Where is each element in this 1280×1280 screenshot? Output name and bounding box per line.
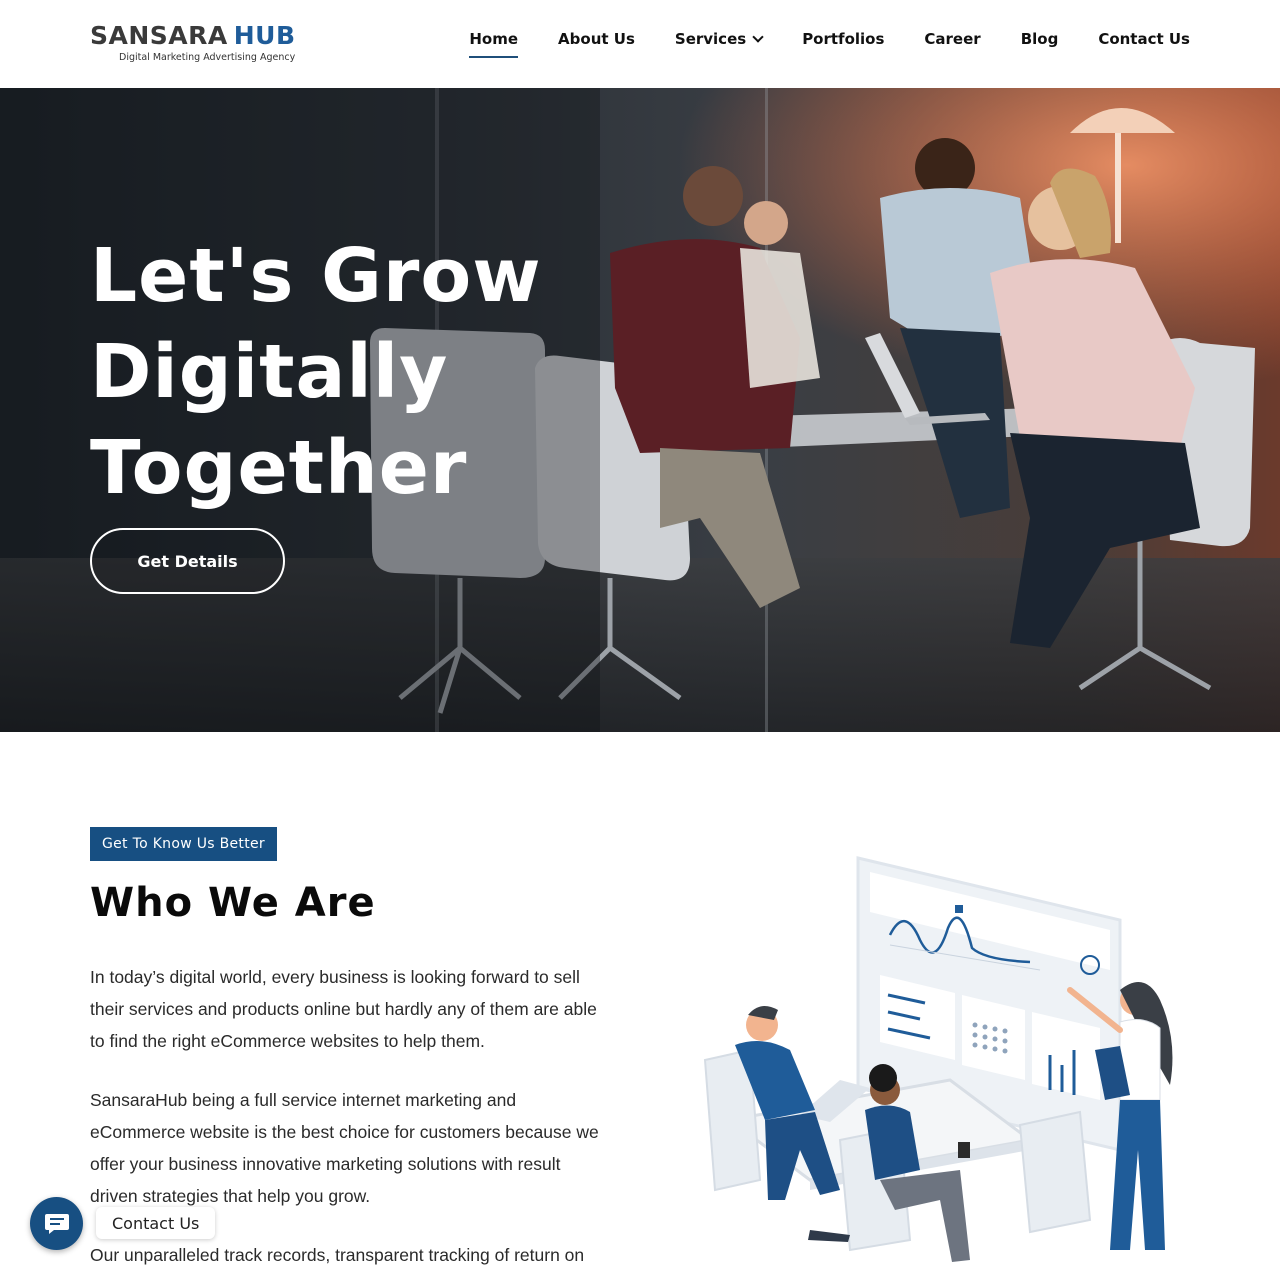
get-details-button[interactable]: Get Details [90,528,285,594]
hero-banner: Let's Grow Digitally Together Get Detail… [0,88,1280,732]
chat-icon [44,1213,69,1234]
nav-services[interactable]: Services [675,30,764,58]
chevron-down-icon [752,30,764,43]
site-header: SANSARA HUB Digital Marketing Advertising… [0,0,1280,88]
section-title: Who We Are [90,880,376,926]
hero-title-line: Digitally [90,329,449,415]
nav-career[interactable]: Career [924,30,980,58]
hero-title-line: Let's Grow [90,233,542,319]
nav-home[interactable]: Home [469,30,518,58]
hero-title-line: Together [90,425,468,511]
logo-wordmark: SANSARA HUB [90,21,296,50]
logo[interactable]: SANSARA HUB Digital Marketing Advertising… [90,22,330,68]
nav-portfolios[interactable]: Portfolios [802,30,884,58]
about-paragraph: Our unparalleled track records, transpar… [90,1245,585,1265]
about-paragraph: In today’s digital world, every business… [90,967,597,1051]
floating-chat-button[interactable] [30,1197,83,1250]
hero-title: Let's Grow Digitally Together [90,228,542,516]
nav-blog[interactable]: Blog [1021,30,1059,58]
about-paragraph: SansaraHub being a full service internet… [90,1090,599,1206]
nav-about-us[interactable]: About Us [558,30,635,58]
team-analytics-illustration [703,856,1173,1262]
floating-contact-label[interactable]: Contact Us [96,1207,216,1239]
nav-contact-us[interactable]: Contact Us [1098,30,1190,58]
main-nav: Home About Us Services Portfolios Career… [469,30,1190,58]
logo-tagline: Digital Marketing Advertising Agency [119,52,296,63]
section-eyebrow-badge: Get To Know Us Better [90,827,277,861]
